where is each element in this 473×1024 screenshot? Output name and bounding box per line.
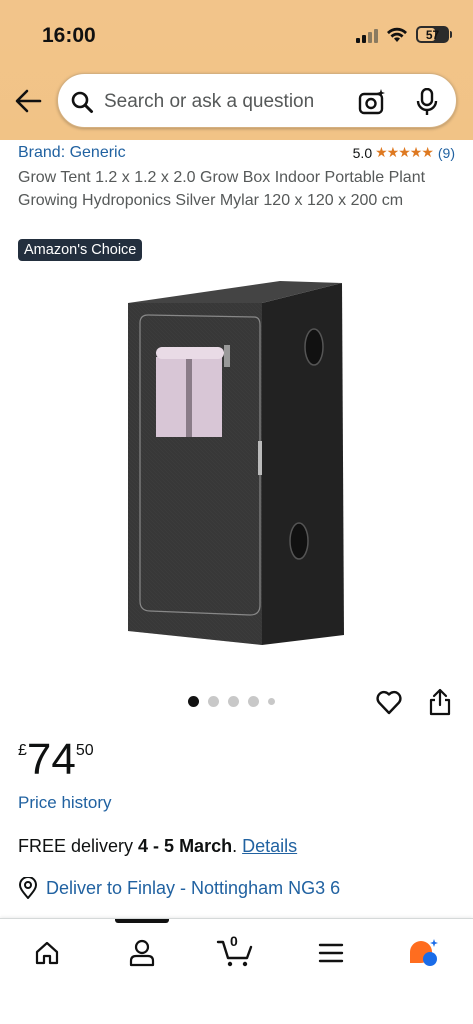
search-placeholder: Search or ask a question (104, 91, 315, 112)
heart-icon[interactable] (375, 688, 403, 716)
price-whole: 74 (26, 735, 76, 784)
carousel-dot[interactable] (248, 696, 259, 707)
rating-value: 5.0 (352, 144, 373, 161)
battery-icon: 57 (416, 26, 452, 43)
status-time: 16:00 (42, 24, 96, 47)
search-input[interactable]: Search or ask a question (57, 73, 457, 128)
rufus-icon (410, 939, 438, 966)
home-icon (35, 941, 59, 965)
status-bar: 16:00 57 (0, 0, 473, 60)
amazons-choice-badge: Amazon's Choice (18, 239, 143, 261)
deliver-to-location[interactable]: Deliver to Finlay - Nottingham NG3 6 (18, 877, 340, 899)
search-icon (71, 91, 93, 113)
bottom-nav: 0 (0, 918, 473, 1024)
account-icon (129, 939, 155, 967)
carousel-dot[interactable] (188, 696, 199, 707)
carousel-dot[interactable] (208, 696, 219, 707)
cart-count: 0 (230, 933, 238, 949)
wifi-icon (387, 27, 407, 42)
price: £ 74 50 (18, 734, 94, 786)
battery-level: 57 (425, 27, 440, 42)
brand-link[interactable]: Brand: Generic (18, 144, 126, 162)
header: 16:00 57 Search or ask a question (0, 0, 473, 140)
nav-rufus[interactable] (404, 937, 444, 969)
price-symbol: £ (18, 742, 27, 759)
nav-home[interactable] (27, 937, 67, 969)
mic-icon[interactable] (416, 88, 438, 116)
brand-rating-row: Brand: Generic 5.0 ★★★★★ (9) (18, 144, 458, 166)
menu-icon (318, 943, 344, 963)
nav-account[interactable] (122, 937, 162, 969)
price-fraction: 50 (75, 742, 94, 759)
back-arrow-icon[interactable] (14, 88, 42, 114)
share-icon[interactable] (428, 688, 452, 716)
product-title[interactable]: Grow Tent 1.2 x 1.2 x 2.0 Grow Box Indoo… (18, 167, 458, 212)
camera-icon[interactable] (358, 88, 386, 116)
image-carousel-dots[interactable] (188, 696, 275, 707)
active-tab-indicator (115, 919, 169, 923)
star-rating-icon: ★★★★★ (375, 144, 434, 160)
carousel-dot[interactable] (268, 698, 275, 705)
nav-menu[interactable] (311, 937, 351, 969)
carousel-dot[interactable] (228, 696, 239, 707)
nav-cart[interactable]: 0 (215, 933, 255, 969)
delivery-suffix: . (232, 836, 243, 856)
price-history-link[interactable]: Price history (18, 793, 112, 813)
signal-icon (356, 27, 378, 43)
rating[interactable]: 5.0 ★★★★★ (9) (353, 144, 455, 161)
deliver-to-text: Deliver to Finlay - Nottingham NG3 6 (46, 877, 341, 898)
delivery-dates: 4 - 5 March (138, 836, 233, 856)
delivery-prefix: FREE delivery (18, 836, 139, 856)
delivery-details-link[interactable]: Details (242, 836, 297, 856)
rating-count[interactable]: (9) (438, 145, 455, 161)
location-pin-icon (18, 877, 38, 899)
product-image[interactable] (110, 275, 360, 650)
delivery-info: FREE delivery 4 - 5 March. Details (18, 836, 297, 857)
status-icons: 57 (356, 26, 452, 43)
